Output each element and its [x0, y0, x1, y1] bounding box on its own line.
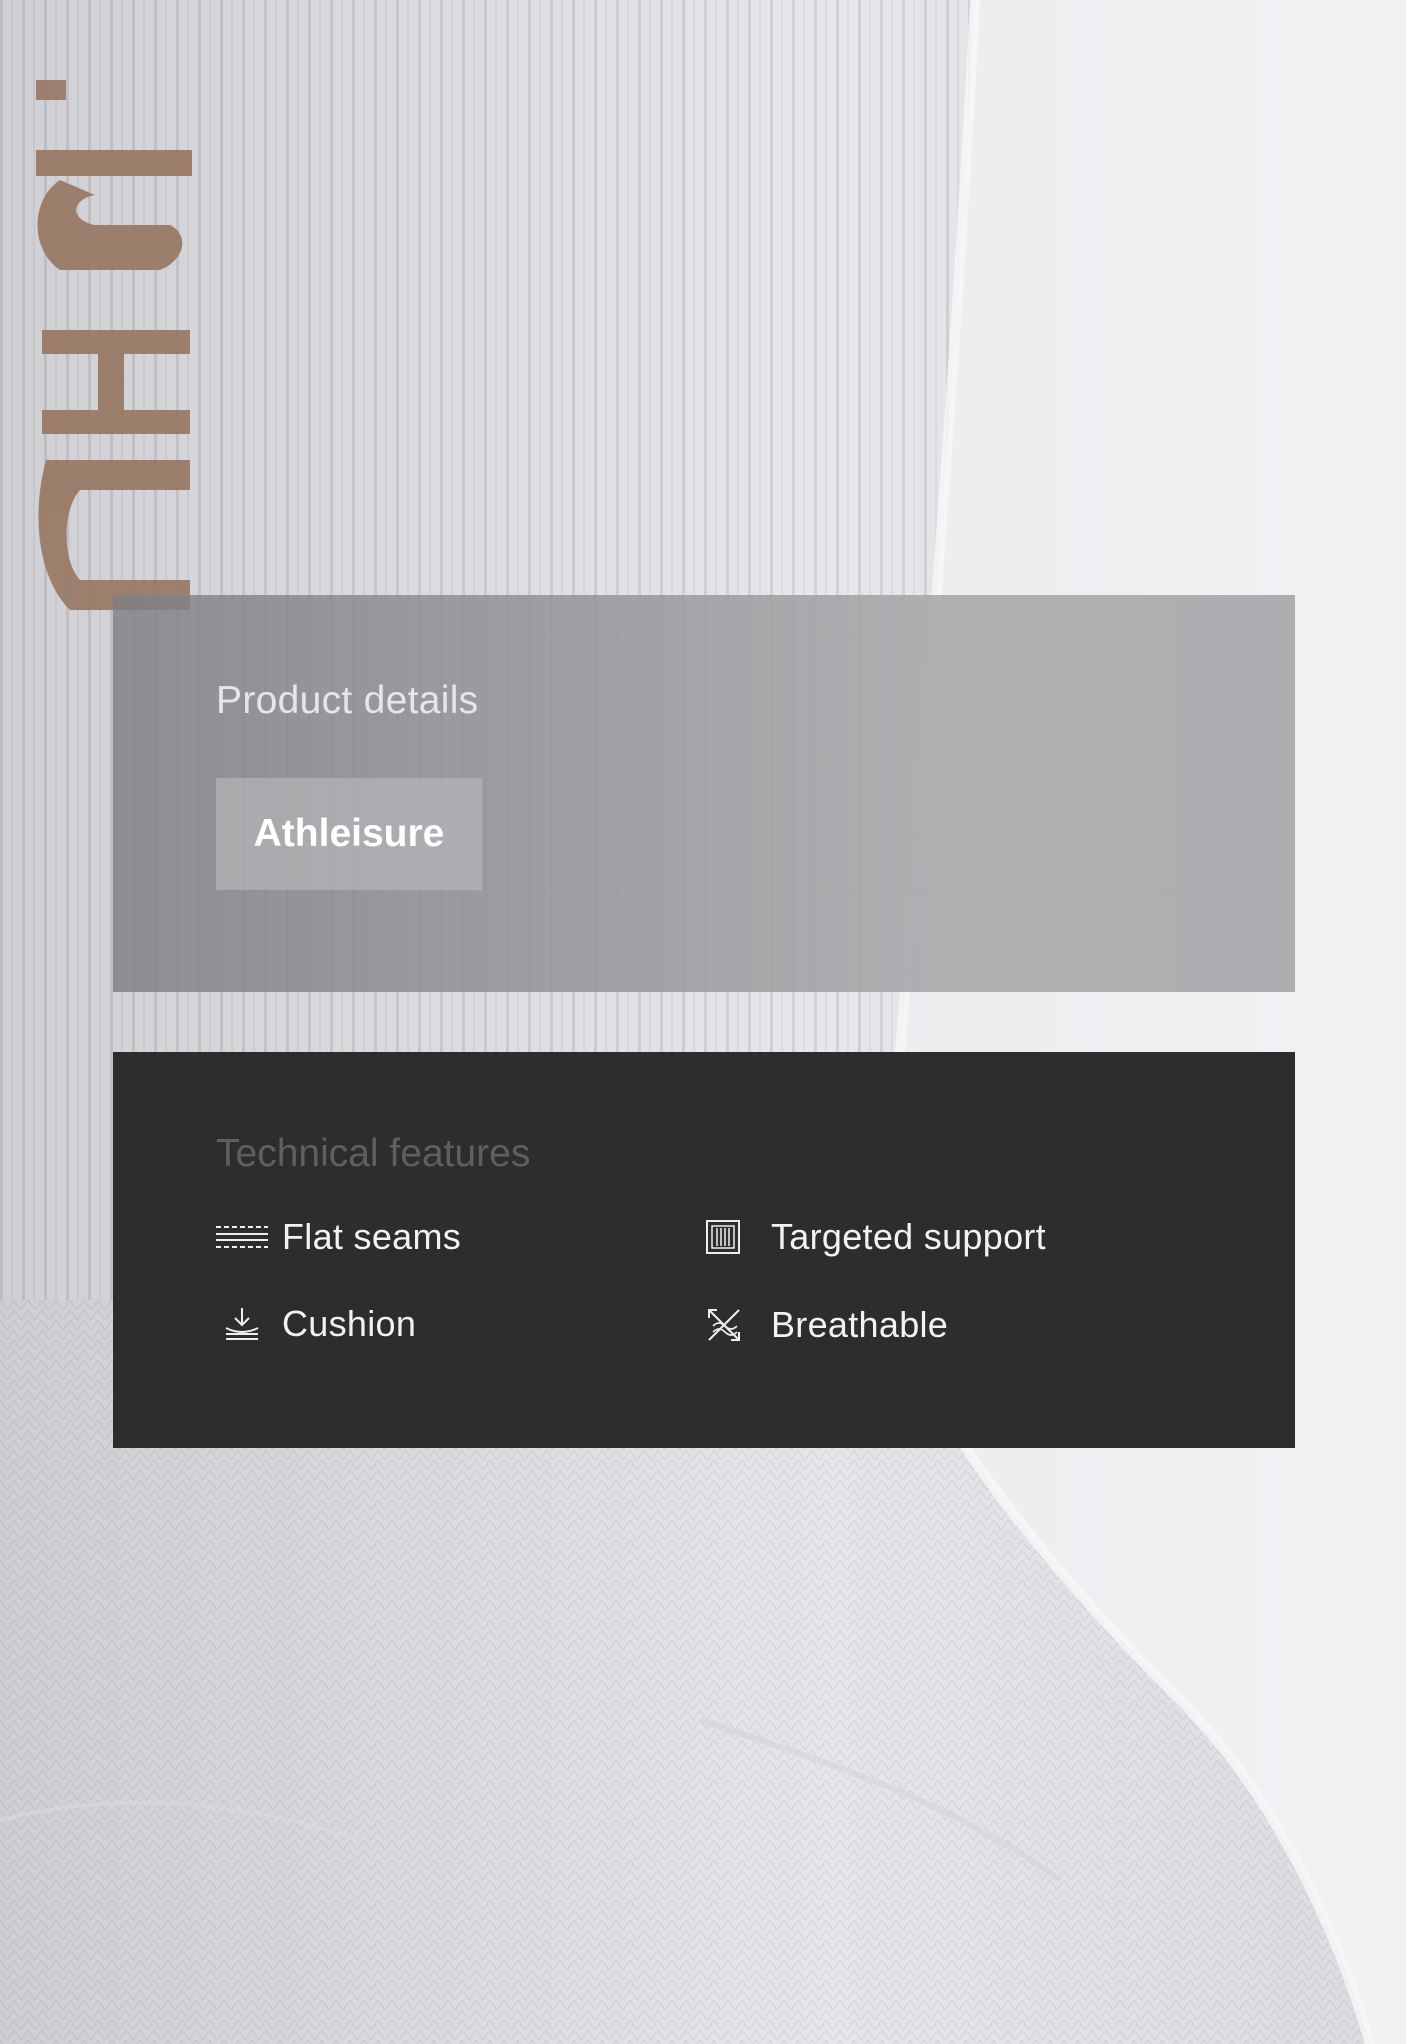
technical-features-heading: Technical features — [216, 1132, 531, 1175]
breathable-icon — [705, 1305, 757, 1345]
athleisure-tag-label: Athleisure — [253, 812, 445, 855]
flat-seams-icon — [216, 1217, 268, 1257]
product-details-heading: Product details — [216, 679, 479, 722]
sock-image — [0, 0, 1375, 2044]
product-details-panel: Product details Athleisure — [113, 595, 1295, 992]
feature-label: Flat seams — [282, 1216, 462, 1257]
feature-flat-seams: Flat seams — [216, 1209, 461, 1265]
feature-cushion: Cushion — [216, 1296, 416, 1352]
product-photo — [0, 0, 1406, 2044]
feature-label: Cushion — [282, 1303, 417, 1344]
technical-features-panel: Technical features Flat seams Targeted s… — [113, 1052, 1295, 1448]
feature-breathable: Breathable — [705, 1297, 948, 1353]
athleisure-tag[interactable]: Athleisure — [216, 778, 482, 890]
feature-targeted-support: Targeted support — [705, 1209, 1046, 1265]
feature-label: Breathable — [771, 1304, 949, 1345]
targeted-support-icon — [705, 1217, 757, 1257]
feature-label: Targeted support — [771, 1216, 1046, 1257]
cushion-icon — [216, 1304, 268, 1344]
